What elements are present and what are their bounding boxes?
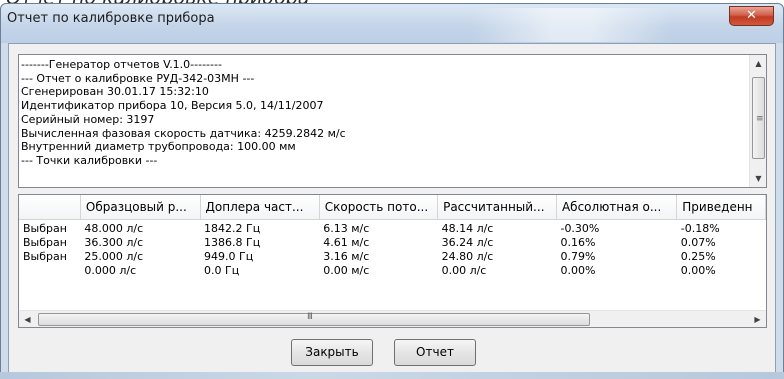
window-title: Отчет по калибровке прибора <box>7 11 215 26</box>
table-cell: -0.18% <box>680 221 720 235</box>
table-cell: 24.80 л/с <box>441 249 494 263</box>
report-line: --- Точки калибровки --- <box>21 153 158 167</box>
table-cell: 0.16% <box>560 235 596 249</box>
column-header[interactable]: Рассчитанный... <box>437 195 557 220</box>
table-header-row: Образцовый р... Доплера част... Скорость п… <box>19 195 766 220</box>
report-line: Идентификатор прибора 10, Версия 5.0, 14… <box>21 99 324 113</box>
table-cell: 949.0 Гц <box>204 249 254 263</box>
table-row[interactable]: Выбран 48.000 л/с 1842.2 Гц 6.13 м/с 48.14 л… <box>19 219 766 236</box>
table-cell: 4.61 м/с <box>323 235 370 249</box>
grip-icon: ≡ <box>756 114 764 124</box>
column-header[interactable]: Абсолютная о... <box>556 195 678 220</box>
column-header[interactable]: Образцовый р... <box>80 195 201 220</box>
table-cell: 36.300 л/с <box>84 235 144 249</box>
column-header[interactable] <box>19 195 81 220</box>
table-cell: 0.00 л/с <box>441 263 487 277</box>
table-row[interactable]: Выбран 25.000 л/с 949.0 Гц 3.16 м/с 24.80 л/… <box>19 250 766 264</box>
report-line: Серийный номер: 3197 <box>21 112 155 126</box>
table-cell: 0.79% <box>560 249 596 263</box>
table-cell: 48.000 л/с <box>84 221 144 235</box>
table-body: Выбран 48.000 л/с 1842.2 Гц 6.13 м/с 48.14 л… <box>19 219 766 278</box>
table-cell: 0.00 м/с <box>323 263 370 277</box>
report-line: Вычисленная фазовая скорость датчика: 42… <box>21 126 346 140</box>
table-cell: 0.0 Гц <box>204 263 240 277</box>
report-line: Сгенерирован 30.01.17 15:32:10 <box>21 85 209 99</box>
table-cell: 6.13 м/с <box>323 221 370 235</box>
table-cell: 0.07% <box>680 235 716 249</box>
background-strip <box>0 372 784 379</box>
close-icon[interactable]: ✕ <box>729 6 774 26</box>
dialog-client-area: -------Генератор отчетов V.1.0-------- --… <box>8 43 776 374</box>
table-cell: 25.000 л/с <box>84 249 144 263</box>
column-header[interactable]: Приведенн <box>676 195 766 220</box>
report-line: --- Отчет о калибровке РУД-342-03МН --- <box>21 71 255 85</box>
report-button[interactable]: Отчет <box>394 339 476 366</box>
column-header[interactable]: Доплера част... <box>200 195 320 220</box>
title-glare <box>471 8 671 42</box>
column-header[interactable]: Скорость пото... <box>319 195 439 220</box>
table-row[interactable]: Выбран 36.300 л/с 1386.8 Гц 4.61 м/с 36.24 л… <box>19 236 766 250</box>
calibration-table-view[interactable]: Образцовый р... Доплера част... Скорость п… <box>18 194 767 328</box>
table-row[interactable]: 0.000 л/с 0.0 Гц 0.00 м/с 0.00 л/с 0.00% 0.00… <box>19 264 766 278</box>
table-cell: 0.000 л/с <box>84 263 137 277</box>
table-cell: Выбран <box>23 249 67 263</box>
vertical-scrollbar[interactable]: ▲ ≡ ▼ <box>749 55 766 187</box>
report-line: -------Генератор отчетов V.1.0-------- <box>21 58 222 71</box>
calibration-table: Образцовый р... Доплера част... Скорость п… <box>19 195 766 278</box>
horizontal-scroll-thumb[interactable]: III <box>38 312 590 326</box>
grip-icon: III <box>307 312 313 322</box>
table-cell: 1842.2 Гц <box>204 221 261 235</box>
report-textbox[interactable]: -------Генератор отчетов V.1.0-------- --… <box>18 54 767 188</box>
report-line: Внутренний диаметр трубопровода: 100.00 … <box>21 140 296 154</box>
table-cell: 48.14 л/с <box>441 221 494 235</box>
dialog-window: Отчет по калибровке прибора ✕ -------Ген… <box>0 3 784 379</box>
table-cell: 1386.8 Гц <box>204 235 261 249</box>
table-cell <box>19 264 80 278</box>
table-cell: Выбран <box>23 221 67 235</box>
scroll-down-icon[interactable]: ▼ <box>750 170 767 187</box>
table-cell: 3.16 м/с <box>323 249 370 263</box>
scroll-left-icon[interactable]: ◀ <box>19 311 36 327</box>
table-cell: -0.30% <box>560 221 600 235</box>
table-cell: 36.24 л/с <box>441 235 494 249</box>
title-bar[interactable]: Отчет по калибровке прибора ✕ <box>1 4 783 43</box>
close-button[interactable]: Закрыть <box>291 339 373 366</box>
horizontal-scrollbar[interactable]: ◀ III ▶ <box>19 310 766 327</box>
vertical-scroll-thumb[interactable]: ≡ <box>752 77 765 159</box>
scroll-up-icon[interactable]: ▲ <box>750 55 767 72</box>
report-text: -------Генератор отчетов V.1.0-------- --… <box>21 58 749 168</box>
table-cell: 0.25% <box>680 249 716 263</box>
table-cell: 0.00% <box>680 263 716 277</box>
table-cell: 0.00% <box>560 263 596 277</box>
table-cell: Выбран <box>23 235 67 249</box>
scroll-right-icon[interactable]: ▶ <box>749 311 766 327</box>
